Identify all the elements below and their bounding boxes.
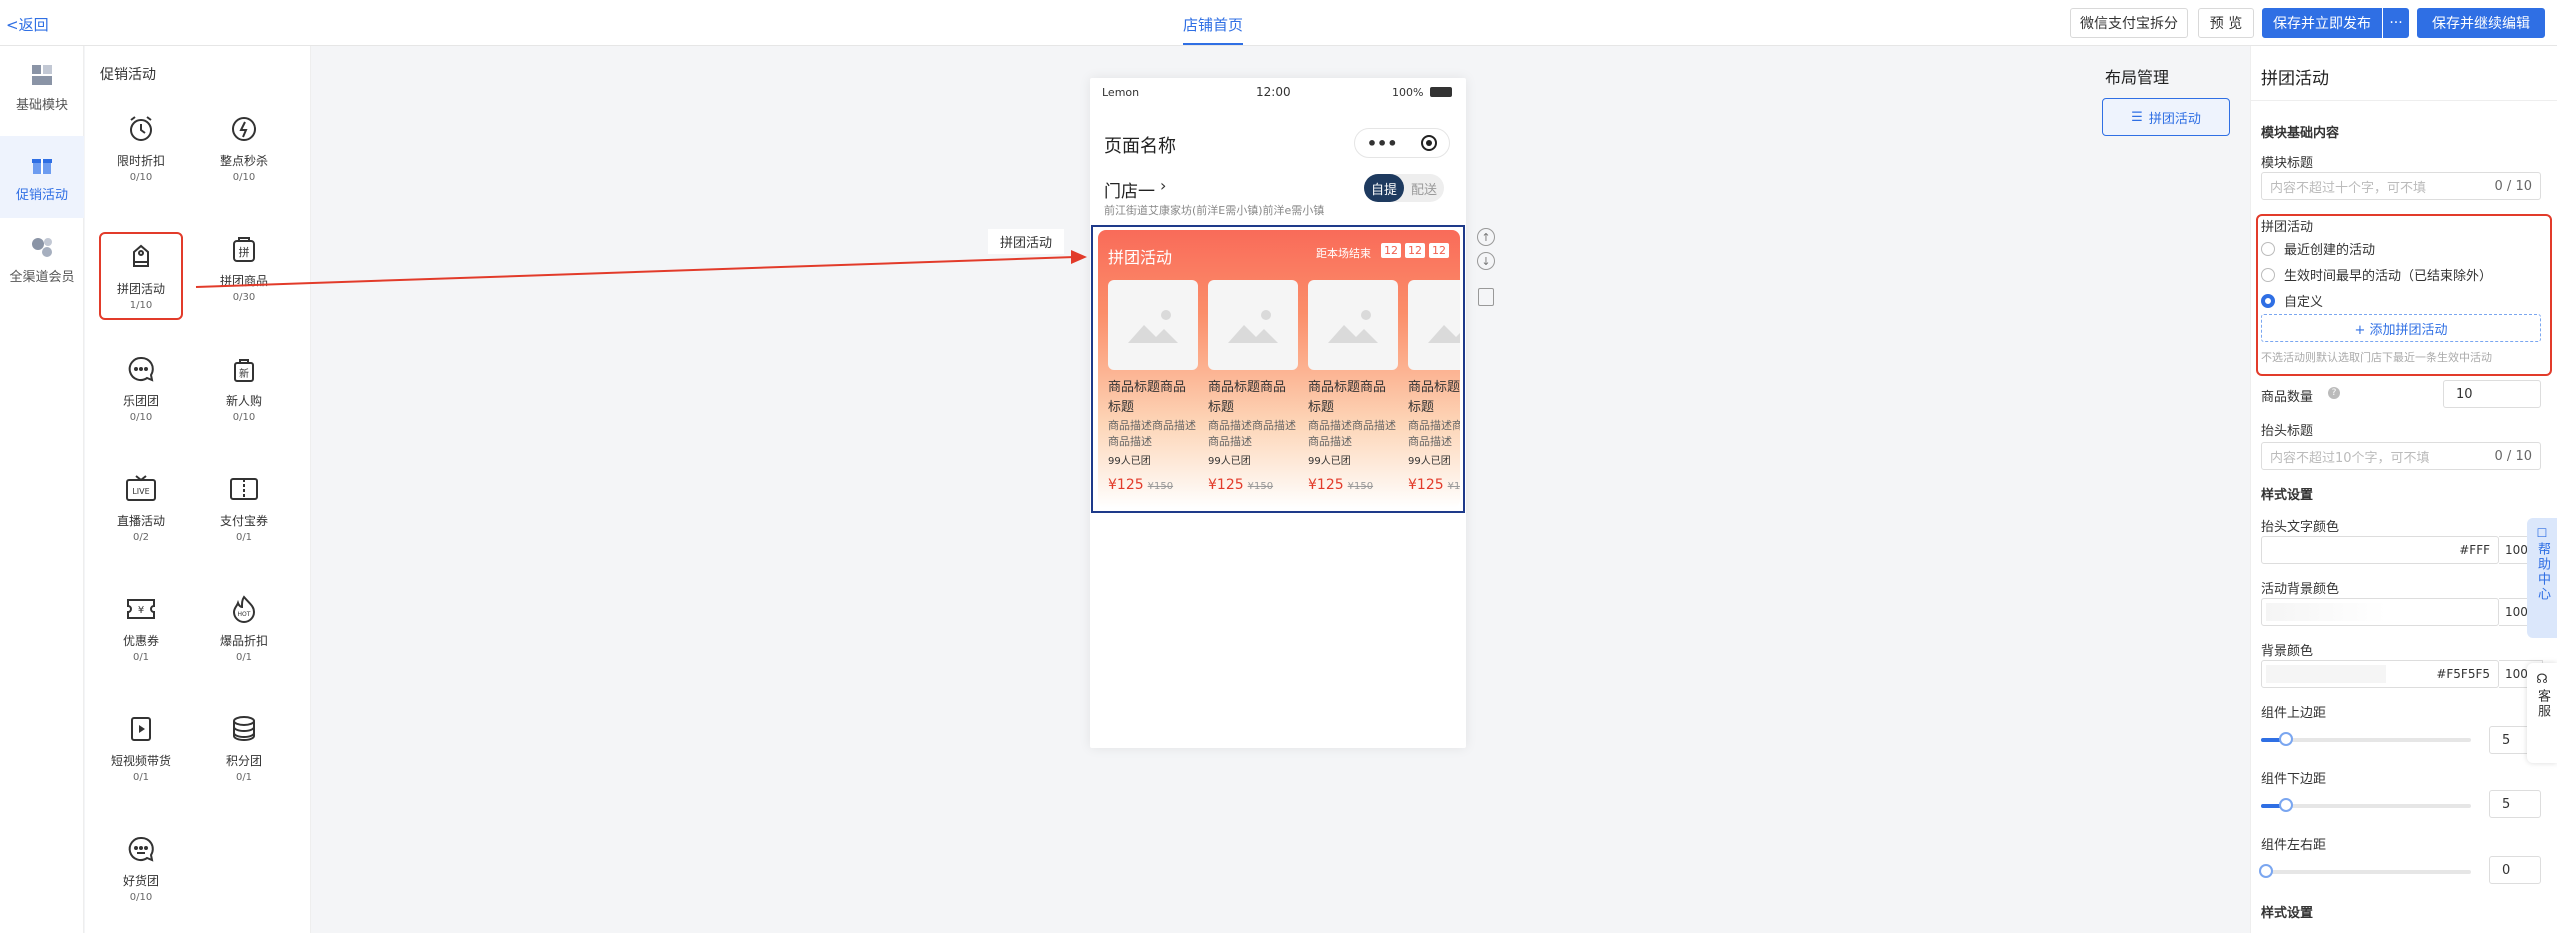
header-title-input[interactable]: 内容不超过10个字，可不填 0 / 10	[2261, 442, 2541, 470]
arrowhead-icon	[1071, 250, 1087, 264]
header-title-label: 抬头标题	[2261, 424, 2314, 439]
color-swatch	[2266, 665, 2386, 683]
add-group-activity-button[interactable]: + 添加拼团活动	[2261, 314, 2541, 342]
help-icon: ☐	[2536, 526, 2548, 540]
headset-icon: ☊	[2536, 672, 2548, 687]
slider-knob[interactable]	[2279, 732, 2293, 746]
style-section-2: 样式设置	[2261, 906, 2314, 921]
side-margin-input[interactable]: 0	[2489, 856, 2541, 884]
service-label: 客服	[2535, 689, 2550, 719]
module-title-input[interactable]: 内容不超过十个字，可不填 0 / 10	[2261, 172, 2541, 200]
color-value: #F5F5F5	[2436, 667, 2490, 681]
slider-knob[interactable]	[2259, 864, 2273, 878]
top-margin-slider[interactable]	[2261, 732, 2471, 746]
layout-item-group-buy[interactable]: ☰ 拼团活动	[2102, 98, 2230, 136]
header-color-label: 抬头文字颜色	[2261, 520, 2340, 535]
info-icon[interactable]: ?	[2328, 387, 2340, 399]
radio-icon	[2261, 241, 2275, 256]
layout-item-label: 拼团活动	[2148, 111, 2201, 127]
qty-label: 商品数量	[2261, 390, 2314, 405]
hint-text: 不选活动则默认选取门店下最近一条生效中活动	[2261, 351, 2492, 364]
activity-bg-label: 活动背景颜色	[2261, 582, 2340, 597]
style-section: 样式设置	[2261, 488, 2314, 503]
bottom-margin-label: 组件下边距	[2261, 772, 2327, 787]
color-swatch	[2266, 603, 2386, 621]
top-margin-label: 组件上边距	[2261, 706, 2327, 721]
layout-panel: 布局管理 ☰ 拼团活动	[2090, 46, 2250, 933]
radio-selected-icon	[2261, 293, 2275, 308]
radio-icon	[2261, 267, 2275, 282]
option-label: 生效时间最早的活动（已结束除外）	[2284, 269, 2493, 284]
option-label: 最近创建的活动	[2284, 243, 2376, 258]
slider-knob[interactable]	[2279, 798, 2293, 812]
layout-title: 布局管理	[2105, 68, 2170, 87]
module-title-label: 模块标题	[2261, 156, 2314, 171]
option-custom[interactable]: 自定义	[2261, 291, 2323, 310]
char-count: 0 / 10	[2494, 448, 2532, 464]
annotation-arrow-left	[195, 256, 1076, 288]
help-center-tab[interactable]: ☐ 帮助中心	[2527, 518, 2557, 638]
qty-input[interactable]: 10	[2443, 380, 2541, 408]
header-color-picker[interactable]: #FFF	[2261, 536, 2499, 564]
settings-panel: 拼团活动 模块基础内容 模块标题 内容不超过十个字，可不填 0 / 10 拼团活动…	[2250, 46, 2557, 933]
placeholder: 内容不超过十个字，可不填	[2270, 180, 2427, 196]
bg-color-label: 背景颜色	[2261, 644, 2314, 659]
customer-service-tab[interactable]: ☊ 客服	[2527, 663, 2557, 763]
activity-label: 拼团活动	[2261, 220, 2314, 235]
option-earliest[interactable]: 生效时间最早的活动（已结束除外）	[2261, 265, 2492, 284]
placeholder: 内容不超过10个字，可不填	[2270, 450, 2430, 466]
bg-color-picker[interactable]: #F5F5F5	[2261, 660, 2499, 688]
side-margin-slider[interactable]	[2259, 864, 2471, 878]
section-basic: 模块基础内容	[2261, 126, 2340, 141]
help-label: 帮助中心	[2535, 542, 2550, 602]
activity-bg-picker[interactable]	[2261, 598, 2499, 626]
settings-title: 拼团活动	[2261, 69, 2329, 89]
list-icon: ☰	[2131, 109, 2143, 125]
option-recent[interactable]: 最近创建的活动	[2261, 239, 2375, 258]
bottom-margin-slider[interactable]	[2261, 798, 2471, 812]
char-count: 0 / 10	[2494, 178, 2532, 194]
option-label: 自定义	[2284, 295, 2324, 310]
divider	[2251, 100, 2557, 101]
side-margin-label: 组件左右距	[2261, 838, 2327, 853]
bottom-margin-input[interactable]: 5	[2489, 790, 2541, 818]
